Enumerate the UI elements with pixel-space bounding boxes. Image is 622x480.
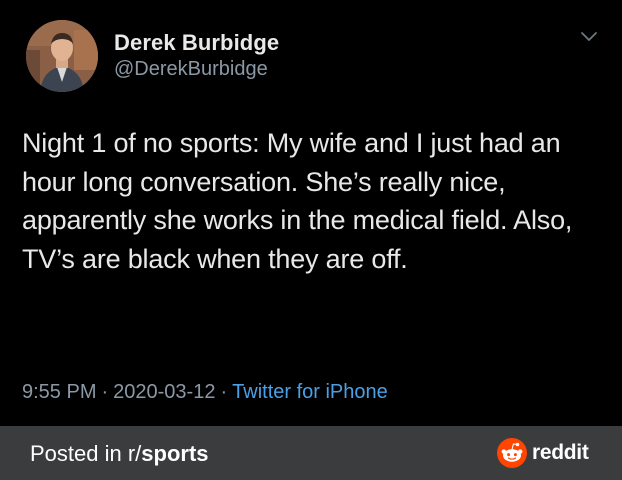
author-name[interactable]: Derek Burbidge: [114, 30, 279, 56]
tweet-date: 2020-03-12: [113, 381, 216, 403]
reddit-footer: Posted in r/sports reddit: [0, 426, 622, 480]
posted-in-label: Posted in r/sports: [30, 441, 209, 467]
meta-separator: ·: [101, 381, 109, 403]
tweet-time: 9:55 PM: [22, 381, 97, 403]
subreddit-link[interactable]: sports: [141, 441, 208, 466]
tweet-card: Derek Burbidge @DerekBurbidge Night 1 of…: [0, 0, 622, 426]
posted-prefix: Posted in r/: [30, 441, 142, 466]
chevron-down-icon[interactable]: [580, 30, 598, 44]
tweet-source-link[interactable]: Twitter for iPhone: [232, 381, 388, 403]
meta-separator: ·: [220, 381, 228, 403]
tweet-meta: 9:55 PM · 2020-03-12 · Twitter for iPhone: [22, 381, 388, 404]
avatar[interactable]: [26, 20, 98, 92]
screenshot: Derek Burbidge @DerekBurbidge Night 1 of…: [0, 0, 622, 480]
author-handle[interactable]: @DerekBurbidge: [114, 58, 268, 81]
tweet-text: Night 1 of no sports: My wife and I just…: [22, 128, 573, 274]
avatar-photo: [26, 20, 98, 92]
reddit-wordmark: reddit: [532, 441, 589, 464]
reddit-snoo-icon: [497, 438, 527, 468]
